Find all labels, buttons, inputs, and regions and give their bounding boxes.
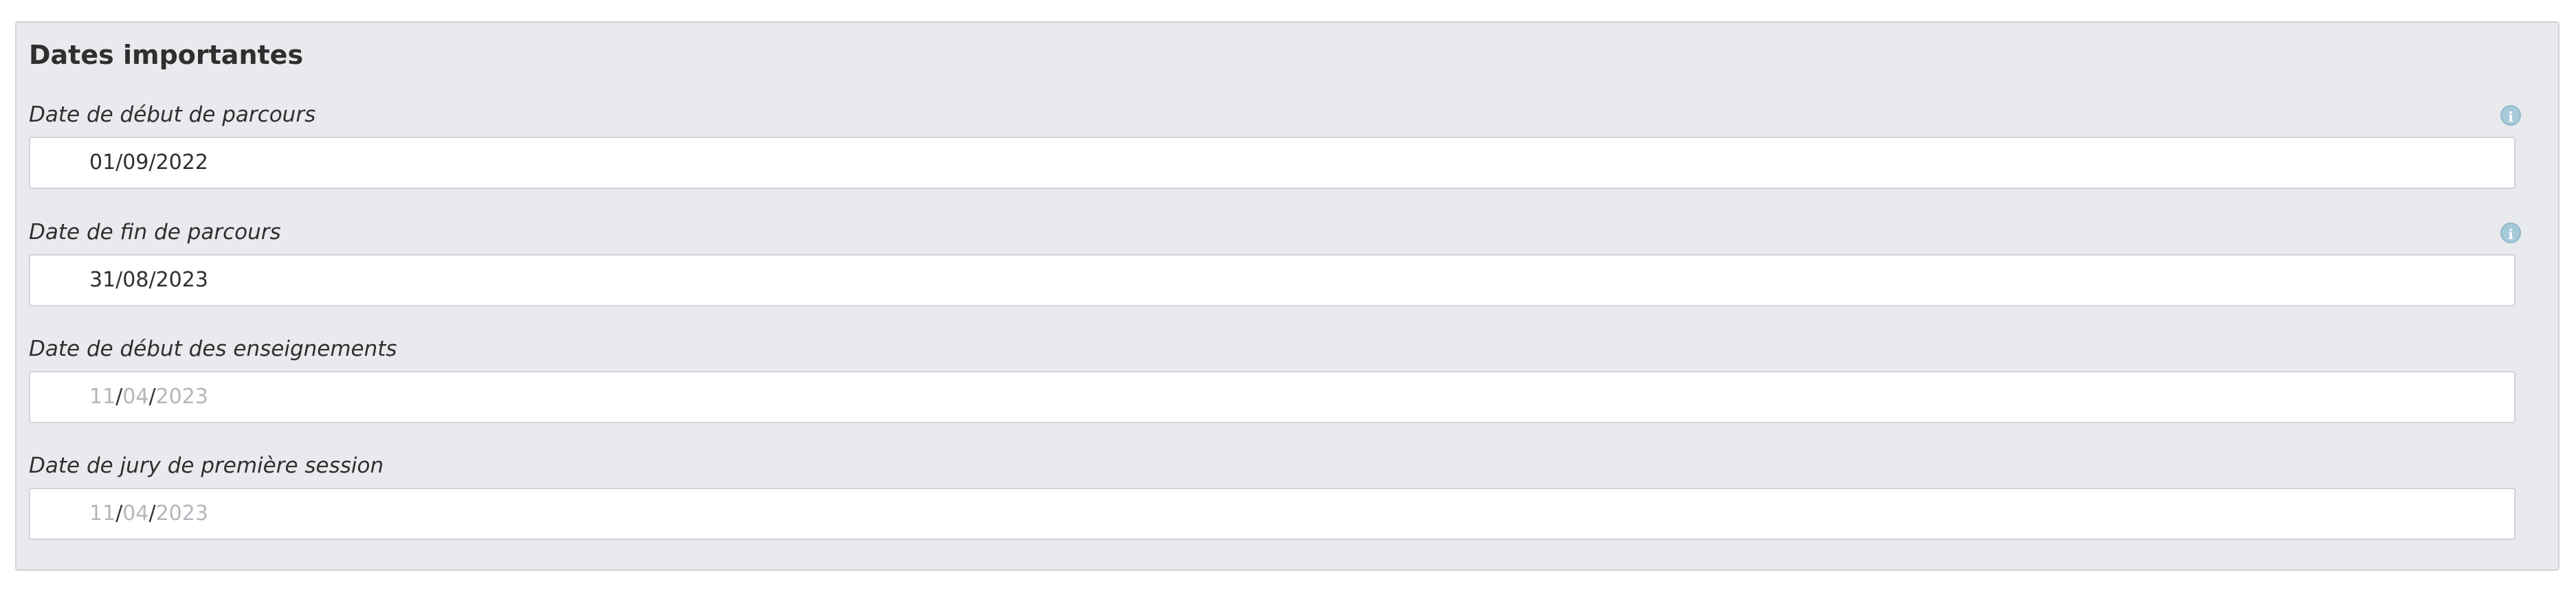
day-placeholder: 11 (89, 385, 116, 409)
start-date-input[interactable]: 01/09/2022 (29, 137, 2516, 189)
end-date-input[interactable]: 31/08/2023 (29, 254, 2516, 306)
info-icon[interactable]: i (2500, 105, 2521, 126)
year-placeholder: 2023 (155, 501, 208, 525)
field-label: Date de début des enseignements (29, 337, 397, 361)
field-label: Date de fin de parcours (29, 220, 281, 245)
teaching-start-date-input[interactable]: 11/04/2023 (29, 371, 2516, 423)
year-placeholder: 2023 (155, 385, 208, 409)
field-label: Date de jury de première session (29, 453, 384, 478)
date-separator: / (148, 385, 156, 409)
date-separator: / (115, 501, 123, 525)
info-icon[interactable]: i (2500, 223, 2521, 243)
day-placeholder: 11 (89, 501, 116, 525)
date-separator: / (115, 385, 123, 409)
month-placeholder: 04 (122, 385, 149, 409)
jury-date-input[interactable]: 11/04/2023 (29, 488, 2516, 540)
section-title: Dates importantes (29, 40, 304, 70)
date-separator: / (148, 501, 156, 525)
month-placeholder: 04 (122, 501, 149, 525)
field-label: Date de début de parcours (29, 102, 316, 127)
